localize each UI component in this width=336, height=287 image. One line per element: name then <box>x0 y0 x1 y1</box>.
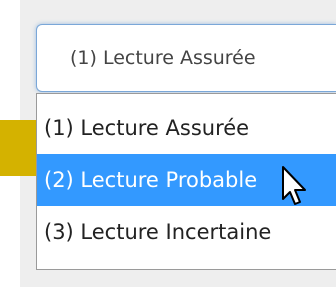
accent-band <box>0 120 38 176</box>
option-lecture-assuree[interactable]: (1) Lecture Assurée <box>37 102 336 154</box>
select-current-value: (1) Lecture Assurée <box>70 47 256 69</box>
option-lecture-incertaine[interactable]: (3) Lecture Incertaine <box>37 206 336 258</box>
mouse-pointer-icon <box>282 166 306 205</box>
screenshot-stage: (1) Lecture Assurée (1) Lecture Assurée … <box>0 0 336 287</box>
reading-confidence-select[interactable]: (1) Lecture Assurée <box>36 24 336 92</box>
